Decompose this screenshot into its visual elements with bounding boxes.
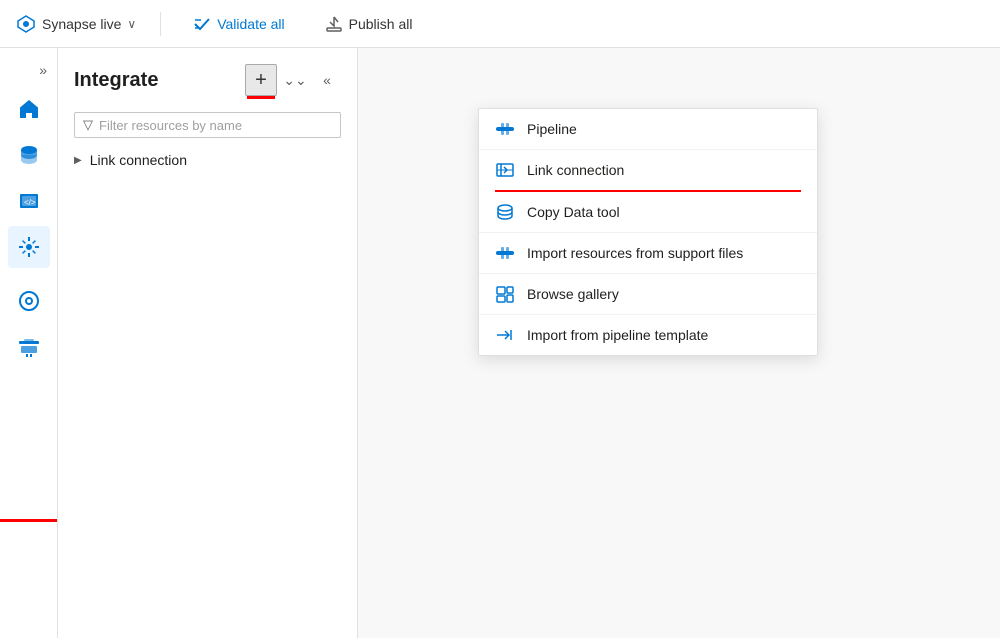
sidebar-item-integrate[interactable] <box>8 226 50 268</box>
browse-gallery-icon <box>495 284 515 304</box>
synapse-chevron-icon: ∨ <box>127 17 136 31</box>
validate-label: Validate all <box>217 16 284 32</box>
validate-all-button[interactable]: Validate all <box>185 11 292 37</box>
integrate-icon <box>17 235 41 259</box>
sidebar-active-indicator <box>0 519 57 522</box>
dropdown-item-import-resources[interactable]: Import resources from support files <box>479 233 817 274</box>
synapse-label: Synapse live <box>42 16 121 32</box>
home-icon <box>17 97 41 121</box>
sidebar: » </> <box>0 48 58 638</box>
dropdown-item-copy-data[interactable]: Copy Data tool <box>479 192 817 233</box>
sidebar-collapse-button[interactable]: » <box>33 56 53 84</box>
sidebar-item-home[interactable] <box>8 88 50 130</box>
link-connection-icon <box>495 160 515 180</box>
sidebar-item-develop[interactable]: </> <box>8 180 50 222</box>
publish-label: Publish all <box>349 16 413 32</box>
dropdown-item-pipeline-label: Pipeline <box>527 121 577 137</box>
add-resource-button[interactable]: + <box>245 64 277 96</box>
top-bar: Synapse live ∨ Validate all Publish all <box>0 0 1000 48</box>
add-resource-dropdown: Pipeline Link connection <box>478 108 818 356</box>
top-bar-divider <box>160 12 161 36</box>
synapse-workspace[interactable]: Synapse live ∨ <box>16 14 136 34</box>
tree-item-label: Link connection <box>90 152 187 168</box>
filter-input[interactable]: ▽ Filter resources by name <box>74 112 341 138</box>
data-icon <box>17 143 41 167</box>
import-resources-icon <box>495 243 515 263</box>
tree-item-link-connection[interactable]: ▶ Link connection <box>58 146 357 174</box>
sidebar-item-data[interactable] <box>8 134 50 176</box>
main-layout: » </> <box>0 48 1000 638</box>
dropdown-item-link-connection[interactable]: Link connection <box>479 150 817 190</box>
synapse-icon <box>16 14 36 34</box>
publish-all-button[interactable]: Publish all <box>317 11 421 37</box>
monitor-icon <box>17 289 41 313</box>
sidebar-item-monitor[interactable] <box>8 280 50 322</box>
import-template-icon <box>495 325 515 345</box>
publish-icon <box>325 15 343 33</box>
filter-placeholder: Filter resources by name <box>99 118 242 133</box>
develop-icon: </> <box>17 189 41 213</box>
integrate-title: Integrate <box>74 69 237 92</box>
integrate-panel: Integrate + ⌄⌄ « ▽ Filter resources by n… <box>58 48 358 638</box>
svg-text:</>: </> <box>24 198 36 207</box>
integrate-header: Integrate + ⌄⌄ « <box>58 48 357 104</box>
dropdown-item-pipeline[interactable]: Pipeline <box>479 109 817 150</box>
manage-icon <box>17 335 41 359</box>
dropdown-item-browse-gallery[interactable]: Browse gallery <box>479 274 817 315</box>
validate-icon <box>193 15 211 33</box>
add-button-indicator <box>247 96 275 99</box>
dropdown-item-link-connection-label: Link connection <box>527 162 624 178</box>
tree-chevron-icon: ▶ <box>74 155 82 166</box>
dropdown-item-import-template[interactable]: Import from pipeline template <box>479 315 817 355</box>
dropdown-item-copy-data-label: Copy Data tool <box>527 204 620 220</box>
dropdown-item-import-template-label: Import from pipeline template <box>527 327 708 343</box>
sidebar-item-manage[interactable] <box>8 326 50 368</box>
pipeline-icon <box>495 119 515 139</box>
filter-icon: ▽ <box>83 117 93 133</box>
dropdown-item-browse-gallery-label: Browse gallery <box>527 286 619 302</box>
dropdown-item-import-resources-label: Import resources from support files <box>527 245 743 261</box>
copy-data-icon <box>495 202 515 222</box>
filter-bar: ▽ Filter resources by name <box>58 104 357 146</box>
integrate-actions: + ⌄⌄ « <box>245 64 341 96</box>
sort-button[interactable]: ⌄⌄ <box>281 66 309 94</box>
collapse-button[interactable]: « <box>313 66 341 94</box>
